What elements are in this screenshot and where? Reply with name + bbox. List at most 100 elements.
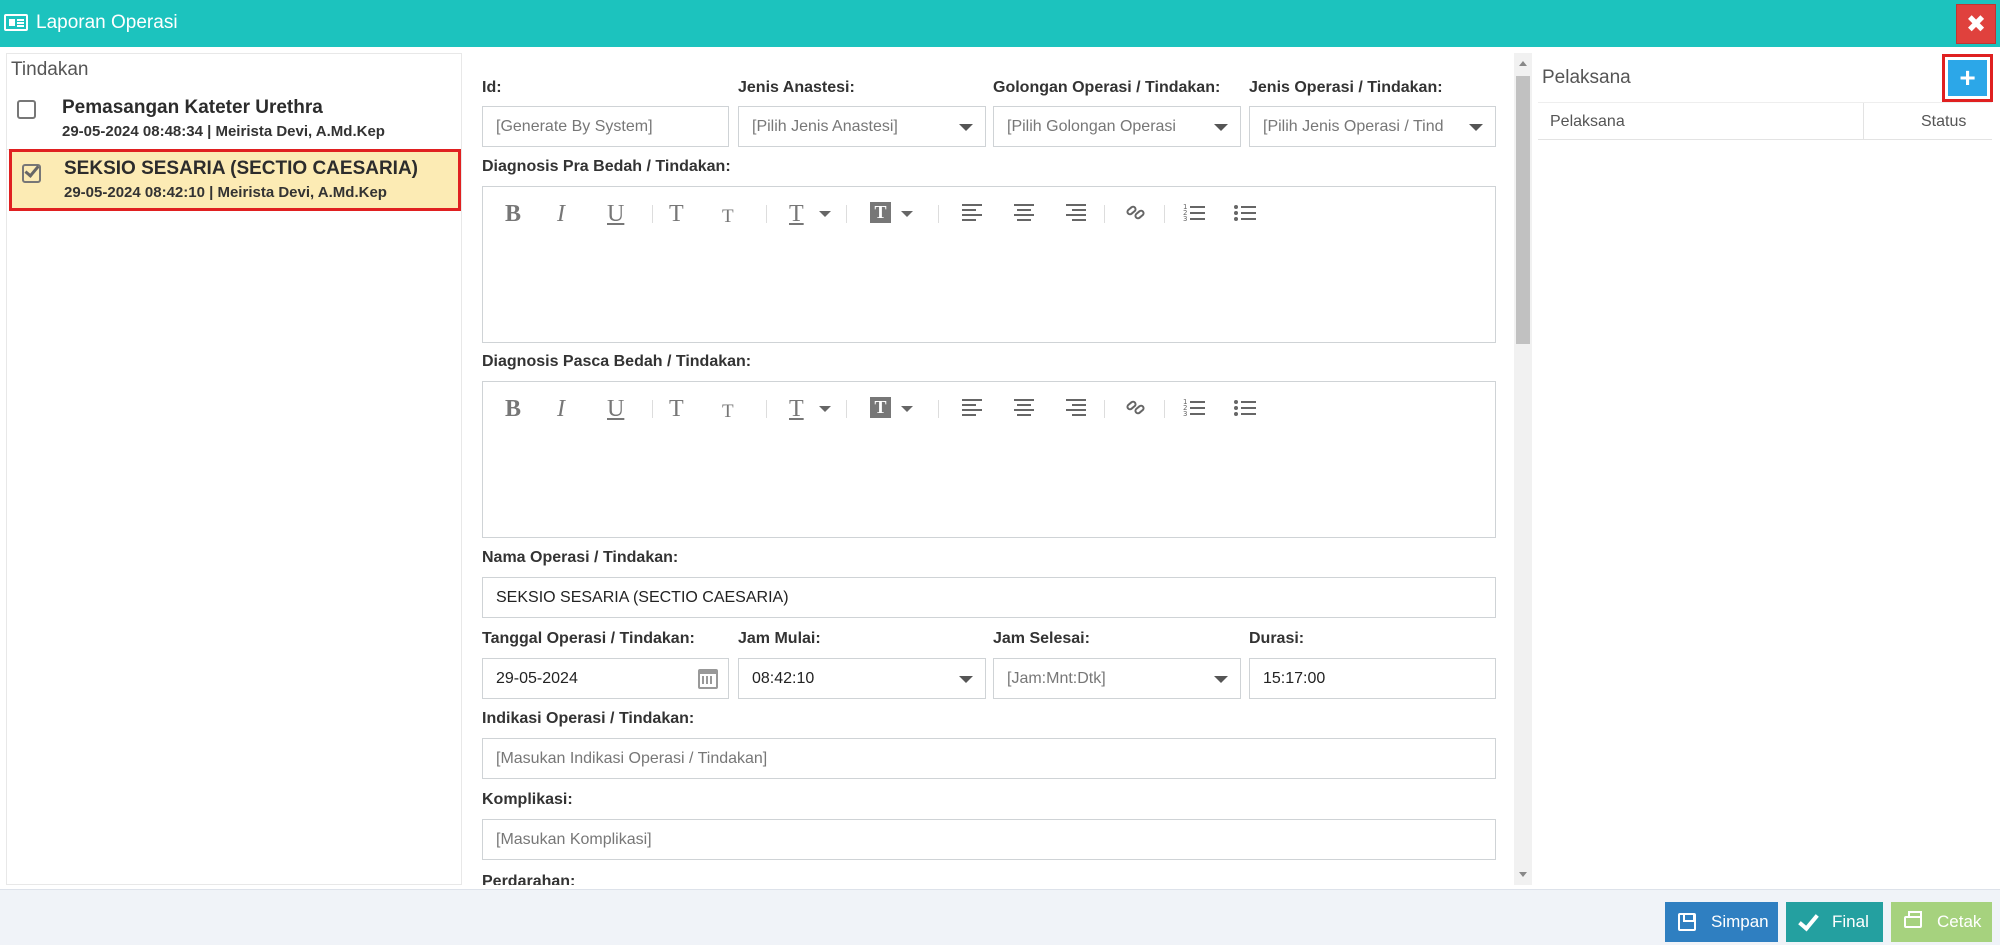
font-size-up-icon[interactable]: T (669, 396, 684, 422)
anastesi-label: Jenis Anastesi: (738, 79, 855, 96)
diagnosis-pasca-label: Diagnosis Pasca Bedah / Tindakan: (482, 353, 752, 370)
italic-icon[interactable]: I (557, 201, 565, 227)
link-icon[interactable] (1125, 399, 1146, 416)
tindakan-checkbox[interactable] (17, 100, 36, 119)
operation-form: Id: Jenis Anastesi: Golongan Operasi / T… (470, 53, 1514, 885)
add-pelaksana-button[interactable]: + (1948, 60, 1987, 96)
align-left-icon[interactable] (962, 204, 982, 221)
chevron-down-icon[interactable] (901, 211, 913, 217)
chevron-down-icon[interactable] (901, 406, 913, 412)
column-header-status[interactable]: Status (1921, 113, 1966, 131)
underline-icon[interactable]: U (607, 396, 624, 422)
tanggal-operasi-label: Tanggal Operasi / Tindakan: (482, 630, 695, 647)
golongan-label: Golongan Operasi / Tindakan: (993, 79, 1221, 96)
diagnosis-pra-label: Diagnosis Pra Bedah / Tindakan: (482, 158, 731, 175)
perdarahan-label: Perdarahan: (482, 873, 576, 885)
background-color-icon[interactable]: T (870, 397, 891, 418)
jam-mulai-select[interactable]: 08:42:10 (738, 658, 986, 699)
final-button[interactable]: Final (1786, 902, 1883, 942)
tindakan-name: SEKSIO SESARIA (SECTIO CAESARIA) (64, 158, 419, 179)
simpan-label: Simpan (1711, 912, 1769, 931)
align-center-icon[interactable] (1014, 399, 1034, 416)
anastesi-select-value: [Pilih Jenis Anastesi] (752, 118, 898, 135)
pelaksana-panel: Pelaksana (1536, 53, 2000, 885)
chevron-down-icon[interactable] (819, 406, 831, 412)
font-size-down-icon[interactable]: T (722, 399, 734, 425)
toolbar-divider (1104, 400, 1105, 418)
nama-operasi-label: Nama Operasi / Tindakan: (482, 549, 679, 566)
jam-selesai-value: [Jam:Mnt:Dtk] (1007, 670, 1106, 687)
anastesi-select[interactable]: [Pilih Jenis Anastesi] (738, 106, 986, 147)
diagnosis-pasca-editor[interactable]: B I U T T T T 123 (482, 381, 1496, 538)
font-size-down-icon[interactable]: T (722, 204, 734, 230)
jam-selesai-select[interactable]: [Jam:Mnt:Dtk] (993, 658, 1241, 699)
tindakan-list-item-selected[interactable]: SEKSIO SESARIA (SECTIO CAESARIA) 29-05-2… (9, 149, 461, 211)
align-left-icon[interactable] (962, 399, 982, 416)
toolbar-divider (1164, 205, 1165, 223)
unordered-list-icon[interactable] (1234, 399, 1256, 417)
align-center-icon[interactable] (1014, 204, 1034, 221)
chevron-down-icon (1469, 124, 1483, 131)
align-right-icon[interactable] (1066, 204, 1086, 221)
tindakan-list-item[interactable]: Pemasangan Kateter Urethra 29-05-2024 08… (7, 88, 461, 150)
background-color-icon[interactable]: T (870, 202, 891, 223)
add-pelaksana-highlight: + (1942, 54, 1993, 102)
underline-icon[interactable]: U (607, 201, 624, 227)
calendar-icon[interactable] (698, 669, 718, 689)
text-color-icon[interactable]: T (789, 201, 804, 227)
tindakan-checkbox-checked[interactable] (22, 162, 41, 183)
cetak-button[interactable]: Cetak (1891, 902, 1992, 942)
scroll-down-icon[interactable] (1519, 872, 1527, 877)
align-right-icon[interactable] (1066, 399, 1086, 416)
chevron-down-icon[interactable] (819, 211, 831, 217)
link-icon[interactable] (1125, 204, 1146, 221)
bold-icon[interactable]: B (505, 201, 521, 227)
ordered-list-icon[interactable]: 123 (1183, 399, 1205, 418)
tindakan-panel-title: Tindakan (11, 59, 89, 80)
golongan-select[interactable]: [Pilih Golongan Operasi (993, 106, 1241, 147)
simpan-button[interactable]: Simpan (1665, 902, 1778, 942)
toolbar-divider (846, 400, 847, 418)
golongan-select-value: [Pilih Golongan Operasi (1007, 118, 1176, 135)
nama-operasi-field[interactable]: SEKSIO SESARIA (SECTIO CAESARIA) (482, 577, 1496, 618)
report-icon (4, 14, 28, 31)
pelaksana-panel-title: Pelaksana (1542, 67, 1631, 88)
tanggal-operasi-field[interactable]: 29-05-2024 (482, 658, 729, 699)
ordered-list-icon[interactable]: 123 (1183, 204, 1205, 223)
jam-mulai-value: 08:42:10 (752, 670, 815, 687)
id-field[interactable]: [Generate By System] (482, 106, 729, 147)
indikasi-field[interactable]: [Masukan Indikasi Operasi / Tindakan] (482, 738, 1496, 779)
text-color-icon[interactable]: T (789, 396, 804, 422)
toolbar-divider (652, 400, 653, 418)
scrollbar-thumb[interactable] (1516, 76, 1530, 344)
check-icon (24, 162, 40, 178)
window-titlebar: Laporan Operasi ✖ (0, 0, 2000, 47)
toolbar-divider (938, 400, 939, 418)
diagnosis-pra-editor[interactable]: B I U T T T T 123 (482, 186, 1496, 343)
chevron-down-icon (1214, 676, 1228, 683)
column-divider (1863, 103, 1864, 140)
window-title: Laporan Operasi (36, 12, 178, 33)
pelaksana-table-header: Pelaksana Status (1538, 102, 1992, 140)
unordered-list-icon[interactable] (1234, 204, 1256, 222)
tindakan-meta: 29-05-2024 08:48:34 | Meirista Devi, A.M… (62, 123, 385, 140)
durasi-label: Durasi: (1249, 630, 1305, 647)
durasi-field[interactable]: 15:17:00 (1249, 658, 1496, 699)
scroll-up-icon[interactable] (1519, 61, 1527, 66)
tindakan-meta: 29-05-2024 08:42:10 | Meirista Devi, A.M… (64, 184, 387, 201)
column-header-pelaksana[interactable]: Pelaksana (1550, 113, 1625, 131)
footer-bar: Simpan Final Cetak (0, 889, 2000, 945)
italic-icon[interactable]: I (557, 396, 565, 422)
komplikasi-field[interactable]: [Masukan Komplikasi] (482, 819, 1496, 860)
toolbar-divider (766, 400, 767, 418)
jenis-operasi-select-value: [Pilih Jenis Operasi / Tindakan] (1263, 118, 1443, 135)
tindakan-name: Pemasangan Kateter Urethra (62, 97, 323, 118)
bold-icon[interactable]: B (505, 396, 521, 422)
print-icon (1904, 911, 1922, 928)
cetak-label: Cetak (1937, 912, 1982, 931)
font-size-up-icon[interactable]: T (669, 201, 684, 227)
close-button[interactable]: ✖ (1956, 4, 1996, 44)
jenis-operasi-select[interactable]: [Pilih Jenis Operasi / Tindakan] (1249, 106, 1496, 147)
save-icon (1678, 913, 1696, 931)
form-scrollbar[interactable] (1514, 53, 1532, 885)
